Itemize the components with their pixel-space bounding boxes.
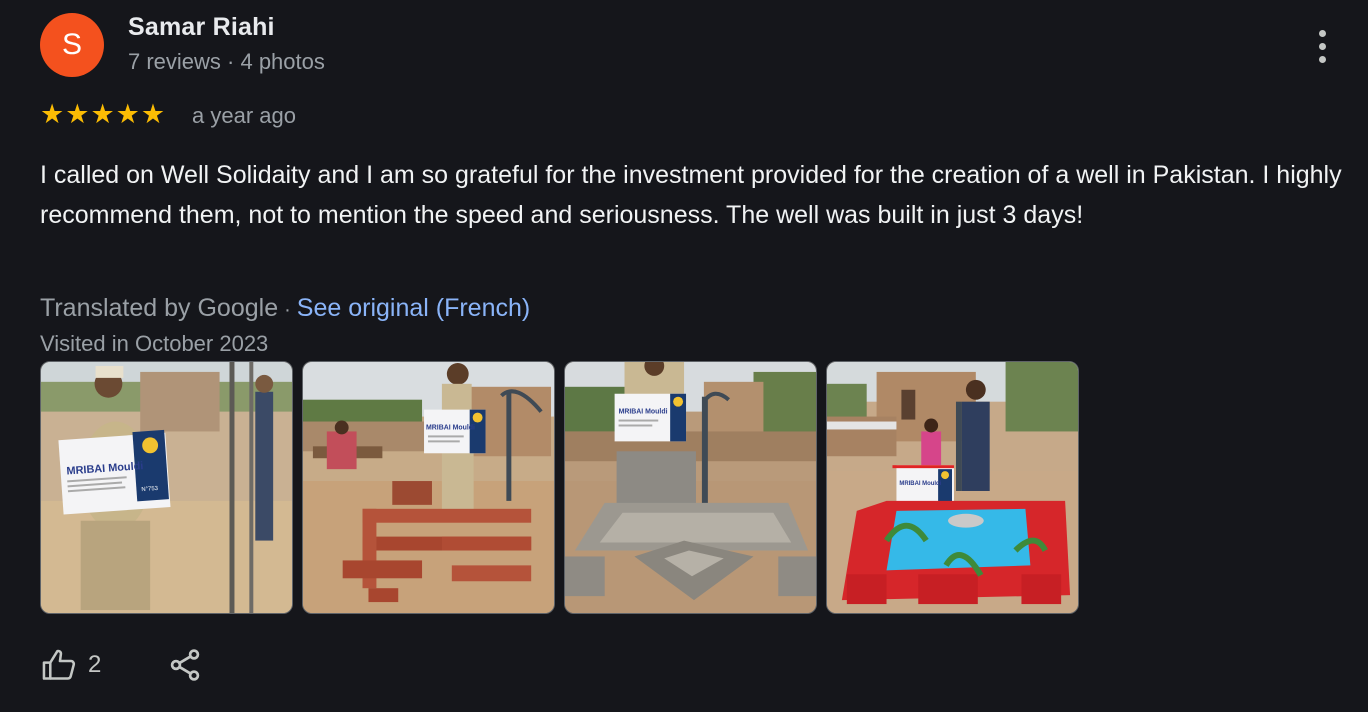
star-icon: ★ [90, 99, 115, 130]
review-photo-3[interactable]: MRIBAI Mouldi [564, 361, 817, 614]
star-icon: ★ [40, 99, 65, 130]
translated-by-label: Translated by Google [40, 294, 279, 322]
avatar-initial: S [61, 28, 82, 61]
review-card: S Samar Riahi 7 reviews · 4 photos ★ ★ ★ ★ ★… [0, 0, 1368, 712]
star-icon: ★ [65, 99, 90, 130]
review-photo-4[interactable]: MRIBAI Mouldi [826, 361, 1079, 614]
review-photo-2[interactable]: MRIBAI Mouldi [302, 361, 555, 614]
reviewer-name[interactable]: Samar Riahi [128, 13, 275, 42]
star-rating: ★ ★ ★ ★ ★ [40, 101, 165, 129]
thumbs-up-icon [42, 649, 76, 680]
review-date: a year ago [192, 103, 296, 128]
photo-4-sign-text: MRIBAI Mouldi [899, 481, 941, 487]
like-count: 2 [88, 651, 102, 678]
translation-line: Translated by Google · See original (Fre… [40, 294, 530, 323]
see-original-link[interactable]: See original (French) [297, 294, 530, 323]
review-photo-1[interactable]: MRIBAI Mouldi N°753 [40, 361, 293, 614]
photo-3-sign-text: MRIBAI Mouldi [619, 409, 668, 416]
avatar[interactable]: S [40, 13, 104, 77]
more-options-button[interactable] [1306, 26, 1338, 66]
separator: · [284, 299, 291, 321]
star-icon: ★ [140, 99, 166, 130]
visited-date: Visited in October 2023 [40, 331, 269, 356]
reviewer-meta: 7 reviews · 4 photos [128, 49, 325, 74]
share-button[interactable] [167, 646, 203, 684]
photo-2-sign-text: MRIBAI Mouldi [426, 424, 475, 431]
review-text: I called on Well Solidaity and I am so g… [40, 161, 1342, 229]
review-actions: 2 [40, 646, 203, 684]
star-icon: ★ [115, 99, 140, 130]
photo-1-sign-number: N°753 [141, 486, 159, 493]
share-icon [171, 649, 200, 681]
photo-strip: MRIBAI Mouldi N°753 MRIBAI Mouldi MRIBAI… [40, 361, 1079, 614]
like-button[interactable]: 2 [40, 646, 101, 684]
more-vert-icon [1318, 29, 1326, 37]
